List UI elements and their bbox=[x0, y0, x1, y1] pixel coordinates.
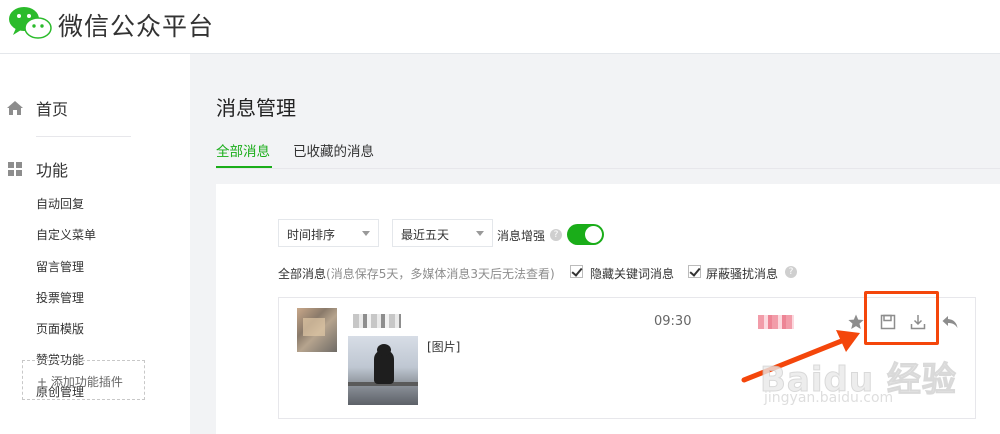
message-content: [图片] bbox=[427, 340, 461, 354]
app-title[interactable]: 微信公众平台 bbox=[58, 7, 214, 43]
range-select[interactable]: 最近五天 bbox=[392, 219, 493, 247]
chevron-down-icon bbox=[476, 231, 484, 236]
image-figure bbox=[374, 344, 394, 384]
tab-favorite-messages[interactable]: 已收藏的消息 bbox=[293, 140, 374, 160]
avatar[interactable] bbox=[297, 308, 337, 352]
block-spam-label[interactable]: 屏蔽骚扰消息 bbox=[706, 265, 778, 282]
hide-keywords-label[interactable]: 隐藏关键词消息 bbox=[590, 265, 674, 282]
message-image-thumbnail[interactable] bbox=[348, 336, 418, 405]
block-spam-checkbox[interactable] bbox=[688, 265, 701, 278]
add-plugin-button[interactable]: + 添加功能插件 bbox=[22, 360, 145, 400]
filter-note: (消息保存5天，多媒体消息3天后无法查看) bbox=[326, 267, 555, 281]
sidebar-functions-label: 功能 bbox=[36, 161, 69, 180]
top-header: 微信公众平台 bbox=[0, 0, 1000, 54]
baidu-watermark: Baidu 经验 jingyan.baidu.com bbox=[748, 352, 998, 412]
tabs-divider bbox=[216, 168, 1000, 169]
sidebar-item-votes[interactable]: 投票管理 bbox=[36, 288, 96, 319]
watermark-sub-text: jingyan.baidu.com bbox=[764, 390, 894, 406]
filter-title: 全部消息 bbox=[278, 267, 327, 281]
sender-nickname-blurred[interactable] bbox=[353, 314, 401, 328]
sidebar-section-functions[interactable]: 功能 bbox=[8, 157, 68, 181]
enhance-toggle[interactable] bbox=[567, 224, 604, 245]
enhance-label: 消息增强 bbox=[497, 229, 546, 243]
sort-select[interactable]: 时间排序 bbox=[278, 219, 379, 247]
page-title: 消息管理 bbox=[216, 96, 296, 120]
filter-summary: 全部消息(消息保存5天，多媒体消息3天后无法查看) bbox=[278, 265, 555, 282]
help-icon[interactable]: ? bbox=[550, 229, 562, 241]
sort-select-value: 时间排序 bbox=[287, 228, 336, 242]
grid-icon bbox=[8, 162, 22, 176]
sidebar-item-home[interactable]: 首页 bbox=[6, 98, 69, 119]
reply-icon[interactable] bbox=[941, 313, 959, 331]
hide-keywords-checkbox[interactable] bbox=[570, 265, 583, 278]
sidebar-home-label: 首页 bbox=[36, 100, 69, 119]
sidebar-item-auto-reply[interactable]: 自动回复 bbox=[36, 194, 96, 225]
range-select-value: 最近五天 bbox=[401, 228, 450, 242]
wechat-logo-icon[interactable] bbox=[8, 5, 52, 41]
sidebar-divider bbox=[36, 136, 131, 137]
sidebar-item-comments[interactable]: 留言管理 bbox=[36, 257, 96, 288]
help-icon[interactable]: ? bbox=[785, 266, 797, 278]
home-icon bbox=[7, 101, 23, 115]
chevron-down-icon bbox=[362, 231, 370, 236]
sidebar-item-page-templates[interactable]: 页面模版 bbox=[36, 319, 96, 350]
message-time: 09:30 bbox=[654, 314, 692, 329]
sidebar-item-custom-menu[interactable]: 自定义菜单 bbox=[36, 225, 96, 256]
tab-all-messages[interactable]: 全部消息 bbox=[216, 140, 272, 168]
